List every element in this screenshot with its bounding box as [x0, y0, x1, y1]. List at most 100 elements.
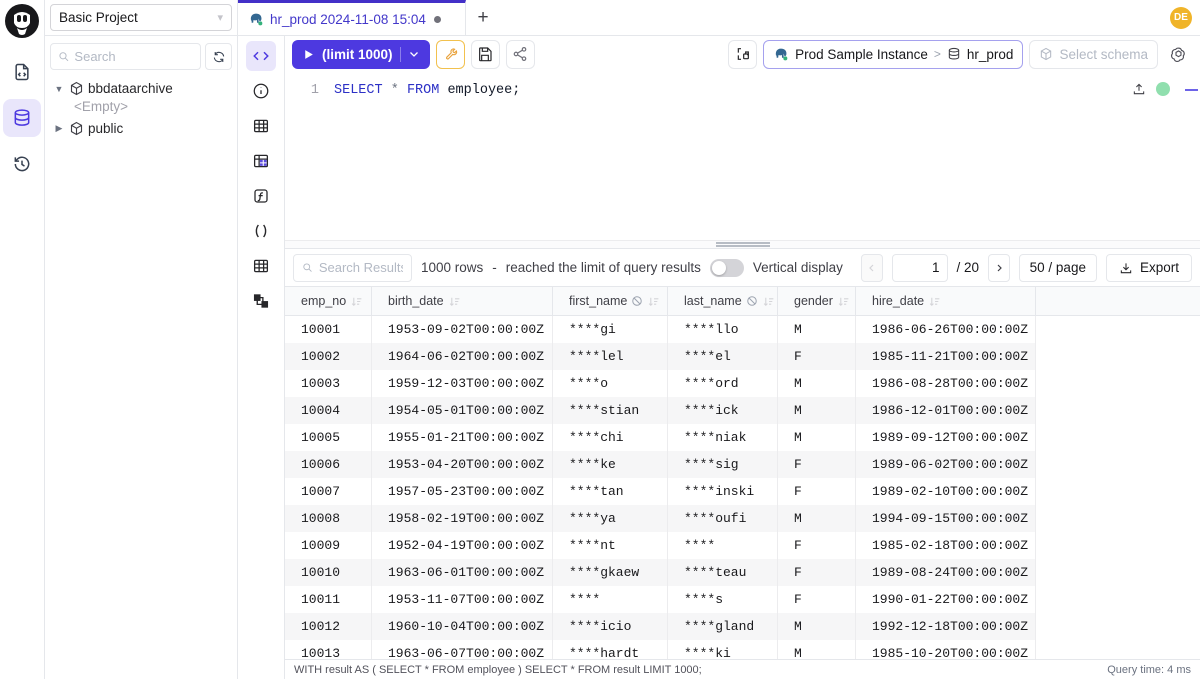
table-cell[interactable]: ****lel — [553, 343, 668, 370]
code-line[interactable]: 1 SELECT * FROM employee; — [285, 72, 1200, 100]
table-cell[interactable]: 1963-06-07T00:00:00Z — [372, 640, 553, 659]
table-row[interactable]: 100051955-01-21T00:00:00Z****chi****niak… — [285, 424, 1200, 451]
project-select[interactable]: Basic Project ▾ — [50, 4, 232, 31]
views-panel-button[interactable] — [246, 251, 276, 281]
column-header-gender[interactable]: gender — [778, 287, 856, 315]
table-cell[interactable]: 1954-05-01T00:00:00Z — [372, 397, 553, 424]
table-cell[interactable]: F — [778, 478, 856, 505]
admin-wrench-button[interactable] — [436, 40, 465, 69]
procedures-panel-button[interactable] — [246, 216, 276, 246]
table-cell[interactable]: 10002 — [285, 343, 372, 370]
schema-diagram-button[interactable] — [246, 286, 276, 316]
table-row[interactable]: 100081958-02-19T00:00:00Z****ya****oufiM… — [285, 505, 1200, 532]
table-row[interactable]: 100061953-04-20T00:00:00Z****ke****sigF1… — [285, 451, 1200, 478]
table-cell[interactable]: M — [778, 397, 856, 424]
tab-hr-prod[interactable]: hr_prod 2024-11-08 15:04 — [238, 0, 466, 35]
table-row[interactable]: 100011953-09-02T00:00:00Z****gi****lloM1… — [285, 316, 1200, 343]
table-cell[interactable]: ****el — [668, 343, 778, 370]
table-cell[interactable]: M — [778, 316, 856, 343]
table-cell[interactable]: ****gi — [553, 316, 668, 343]
table-cell[interactable]: 1953-09-02T00:00:00Z — [372, 316, 553, 343]
page-size-select[interactable]: 50 / page — [1019, 254, 1097, 282]
column-header-emp-no[interactable]: emp_no — [285, 287, 372, 315]
export-button[interactable]: Export — [1106, 254, 1192, 282]
table-cell[interactable]: 10013 — [285, 640, 372, 659]
external-tables-panel-button[interactable] — [246, 146, 276, 176]
ai-assistant-button[interactable] — [1164, 40, 1193, 69]
table-cell[interactable]: 10005 — [285, 424, 372, 451]
table-cell[interactable]: ****s — [668, 586, 778, 613]
save-sheet-button[interactable] — [471, 40, 500, 69]
table-cell[interactable]: 1992-12-18T00:00:00Z — [856, 613, 1036, 640]
table-cell[interactable]: 1985-11-21T00:00:00Z — [856, 343, 1036, 370]
table-cell[interactable]: 1955-01-21T00:00:00Z — [372, 424, 553, 451]
column-header-hire-date[interactable]: hire_date — [856, 287, 1036, 315]
tree-item-bbdataarchive[interactable]: ▼ bbdataarchive — [49, 78, 233, 99]
table-cell[interactable]: M — [778, 640, 856, 659]
table-cell[interactable]: 10001 — [285, 316, 372, 343]
sidebar-search-box[interactable] — [50, 43, 201, 70]
table-cell[interactable]: 1952-04-19T00:00:00Z — [372, 532, 553, 559]
table-row[interactable]: 100101963-06-01T00:00:00Z****gkaew****te… — [285, 559, 1200, 586]
table-row[interactable]: 100111953-11-07T00:00:00Z********sF1990-… — [285, 586, 1200, 613]
table-cell[interactable]: 10004 — [285, 397, 372, 424]
table-row[interactable]: 100131963-06-07T00:00:00Z****hardt****ki… — [285, 640, 1200, 659]
functions-panel-button[interactable] — [246, 181, 276, 211]
user-avatar[interactable]: DE — [1170, 7, 1192, 29]
run-query-button[interactable]: (limit 1000) — [292, 40, 430, 69]
results-search-input[interactable] — [319, 260, 403, 275]
sort-icon[interactable] — [350, 295, 363, 308]
table-cell[interactable]: **** — [553, 586, 668, 613]
tables-panel-button[interactable] — [246, 111, 276, 141]
share-sheet-button[interactable] — [506, 40, 535, 69]
table-cell[interactable]: 1989-06-02T00:00:00Z — [856, 451, 1036, 478]
table-row[interactable]: 100071957-05-23T00:00:00Z****tan****insk… — [285, 478, 1200, 505]
sort-icon[interactable] — [762, 295, 775, 308]
table-cell[interactable]: **** — [668, 532, 778, 559]
drag-handle-icon[interactable] — [716, 242, 770, 247]
sidebar-search-input[interactable] — [74, 49, 193, 64]
sql-editor[interactable]: 1 SELECT * FROM employee; — [285, 72, 1200, 240]
sort-icon[interactable] — [448, 295, 461, 308]
table-cell[interactable]: 1953-11-07T00:00:00Z — [372, 586, 553, 613]
table-cell[interactable]: 10006 — [285, 451, 372, 478]
column-header-last-name[interactable]: last_name — [668, 287, 778, 315]
table-cell[interactable]: 1989-08-24T00:00:00Z — [856, 559, 1036, 586]
table-cell[interactable]: ****nt — [553, 532, 668, 559]
info-panel-button[interactable] — [246, 76, 276, 106]
table-cell[interactable]: F — [778, 451, 856, 478]
chevron-down-icon[interactable]: ▼ — [53, 84, 65, 94]
table-cell[interactable]: 1959-12-03T00:00:00Z — [372, 370, 553, 397]
worksheet-nav-button[interactable] — [3, 53, 41, 91]
chevron-right-icon[interactable]: ▶ — [53, 123, 65, 134]
table-cell[interactable]: M — [778, 505, 856, 532]
table-cell[interactable]: 1990-01-22T00:00:00Z — [856, 586, 1036, 613]
vertical-display-toggle[interactable] — [710, 259, 744, 277]
app-logo[interactable] — [4, 3, 40, 39]
table-cell[interactable]: 1989-02-10T00:00:00Z — [856, 478, 1036, 505]
next-page-button[interactable] — [988, 254, 1010, 282]
table-cell[interactable]: 1986-06-26T00:00:00Z — [856, 316, 1036, 343]
upload-icon[interactable] — [1132, 82, 1146, 96]
table-cell[interactable]: 10012 — [285, 613, 372, 640]
table-cell[interactable]: ****icio — [553, 613, 668, 640]
table-cell[interactable]: ****ick — [668, 397, 778, 424]
format-sql-button[interactable] — [728, 40, 757, 69]
table-cell[interactable]: F — [778, 586, 856, 613]
table-cell[interactable]: 10009 — [285, 532, 372, 559]
table-cell[interactable]: 1960-10-04T00:00:00Z — [372, 613, 553, 640]
table-cell[interactable]: 10011 — [285, 586, 372, 613]
table-cell[interactable]: ****ki — [668, 640, 778, 659]
table-cell[interactable]: ****chi — [553, 424, 668, 451]
table-cell[interactable]: 1963-06-01T00:00:00Z — [372, 559, 553, 586]
select-schema-button[interactable]: Select schema — [1029, 40, 1158, 69]
table-cell[interactable]: 10008 — [285, 505, 372, 532]
table-cell[interactable]: 1986-08-28T00:00:00Z — [856, 370, 1036, 397]
code-panel-button[interactable] — [246, 41, 276, 71]
table-cell[interactable]: 1994-09-15T00:00:00Z — [856, 505, 1036, 532]
table-cell[interactable]: ****tan — [553, 478, 668, 505]
table-cell[interactable]: 10010 — [285, 559, 372, 586]
table-cell[interactable]: M — [778, 370, 856, 397]
table-cell[interactable]: ****ke — [553, 451, 668, 478]
table-cell[interactable]: ****hardt — [553, 640, 668, 659]
